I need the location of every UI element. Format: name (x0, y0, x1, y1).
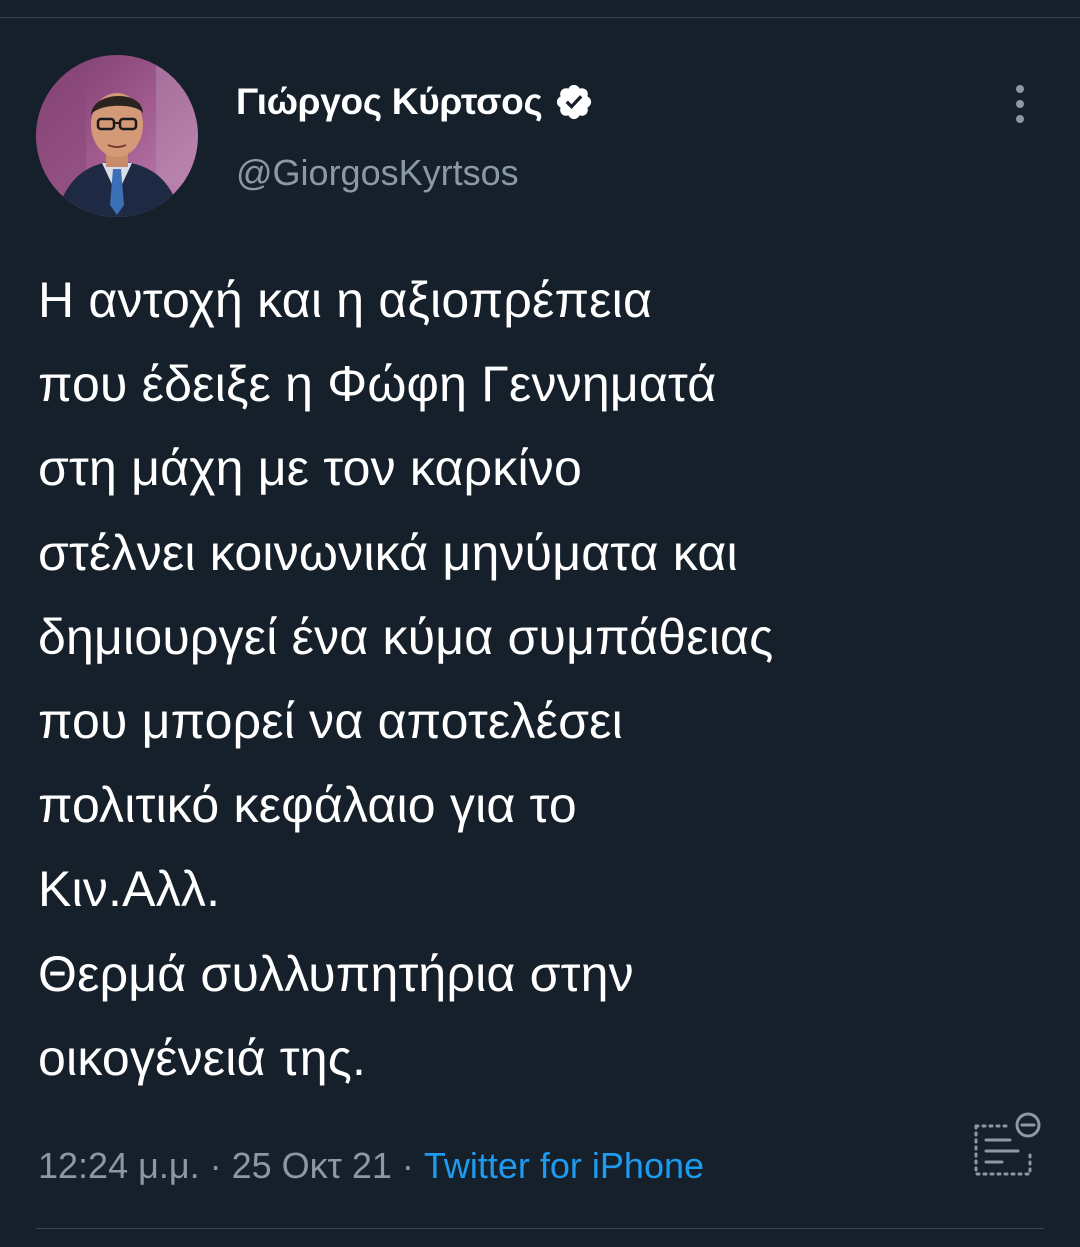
vertical-ellipsis-icon[interactable] (1004, 82, 1036, 126)
tweet-meta: 12:24 μ.μ. · 25 Οκτ 21 · Twitter for iPh… (38, 1142, 704, 1190)
tweet-text-line: Η αντοχή και η αξιοπρέπεια (38, 272, 653, 328)
author-handle[interactable]: @GiorgosKyrtsos (236, 150, 519, 196)
tweet-text-line: στη μάχη με τον καρκίνο (38, 440, 582, 497)
tweet-text-line: που έδειξε η Φώφη Γεννηματά (38, 356, 717, 413)
top-divider (0, 17, 1080, 18)
bottom-divider (36, 1228, 1044, 1229)
tweet-text-line: δημιουργεί ένα κύμα συμπάθειας (38, 608, 774, 665)
avatar-photo (36, 55, 198, 217)
tweet-text-line: Κιν.Αλλ. (38, 861, 221, 918)
verified-badge-icon (557, 84, 592, 120)
tweet-time[interactable]: 12:24 μ.μ. (38, 1145, 200, 1186)
tweet-text: Η αντοχή και η αξιοπρέπεια που έδειξε η … (38, 258, 1048, 1100)
tweet-text-line: που μπορεί να αποτελέσει (38, 693, 623, 750)
tweet-text-line: πολιτικό κεφάλαιο για το (38, 777, 577, 834)
meta-separator: · (199, 1145, 232, 1186)
author-name-row[interactable]: Γιώργος Κύρτσος (236, 78, 594, 126)
tweet-date[interactable]: 25 Οκτ 21 (232, 1145, 392, 1186)
tweet-source-link[interactable]: Twitter for iPhone (424, 1145, 704, 1186)
author-display-name[interactable]: Γιώργος Κύρτσος (236, 78, 543, 126)
avatar[interactable] (36, 55, 198, 217)
meta-separator: · (391, 1145, 424, 1186)
tweet-analytics-icon[interactable] (970, 1110, 1046, 1182)
tweet-text-line: στέλνει κοινωνικά μηνύματα και (38, 524, 738, 581)
tweet-text-line: οικογένειά της. (38, 1029, 367, 1086)
tweet-text-line: Θερμά συλλυπητήρια στην (38, 945, 634, 1002)
